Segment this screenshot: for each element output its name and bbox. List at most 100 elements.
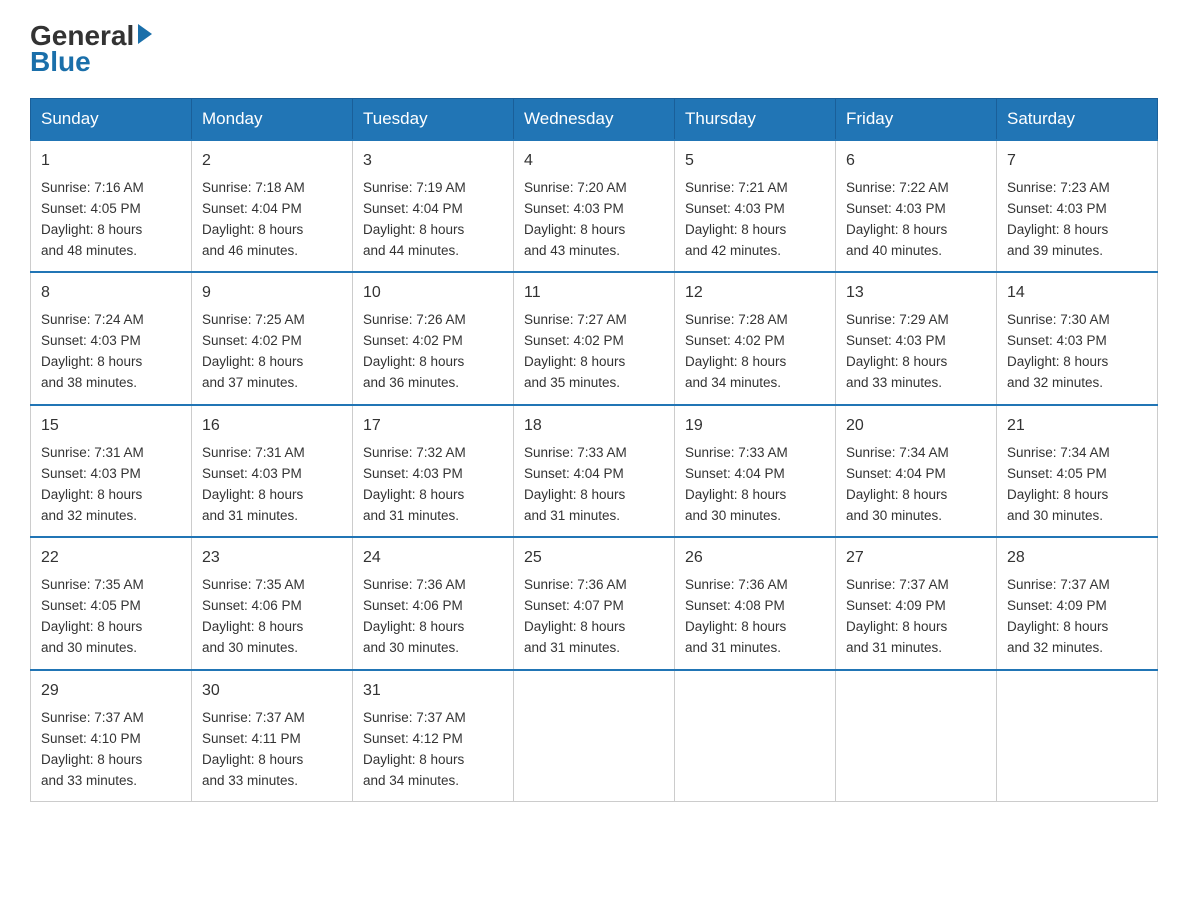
daylight-info: Daylight: 8 hours <box>363 222 464 237</box>
day-of-week-header: Saturday <box>997 99 1158 141</box>
sunrise-info: Sunrise: 7:32 AM <box>363 445 466 460</box>
daylight-info-cont: and 32 minutes. <box>41 508 137 523</box>
daylight-info: Daylight: 8 hours <box>41 222 142 237</box>
sunset-info: Sunset: 4:12 PM <box>363 731 463 746</box>
day-number: 31 <box>363 679 503 704</box>
daylight-info-cont: and 37 minutes. <box>202 375 298 390</box>
day-number: 15 <box>41 414 181 439</box>
day-number: 3 <box>363 149 503 174</box>
calendar-cell: 15 Sunrise: 7:31 AM Sunset: 4:03 PM Dayl… <box>31 405 192 537</box>
day-number: 2 <box>202 149 342 174</box>
daylight-info-cont: and 48 minutes. <box>41 243 137 258</box>
daylight-info-cont: and 30 minutes. <box>41 640 137 655</box>
calendar-cell <box>836 670 997 802</box>
daylight-info-cont: and 31 minutes. <box>202 508 298 523</box>
sunrise-info: Sunrise: 7:36 AM <box>524 577 627 592</box>
sunset-info: Sunset: 4:05 PM <box>1007 466 1107 481</box>
sunrise-info: Sunrise: 7:37 AM <box>41 710 144 725</box>
calendar-cell: 2 Sunrise: 7:18 AM Sunset: 4:04 PM Dayli… <box>192 140 353 272</box>
daylight-info-cont: and 30 minutes. <box>685 508 781 523</box>
calendar-cell: 24 Sunrise: 7:36 AM Sunset: 4:06 PM Dayl… <box>353 537 514 669</box>
daylight-info-cont: and 31 minutes. <box>524 508 620 523</box>
sunrise-info: Sunrise: 7:27 AM <box>524 312 627 327</box>
calendar-week-row: 22 Sunrise: 7:35 AM Sunset: 4:05 PM Dayl… <box>31 537 1158 669</box>
sunset-info: Sunset: 4:03 PM <box>846 333 946 348</box>
sunset-info: Sunset: 4:02 PM <box>202 333 302 348</box>
daylight-info-cont: and 44 minutes. <box>363 243 459 258</box>
daylight-info: Daylight: 8 hours <box>685 487 786 502</box>
sunrise-info: Sunrise: 7:36 AM <box>685 577 788 592</box>
sunset-info: Sunset: 4:04 PM <box>363 201 463 216</box>
calendar-cell: 16 Sunrise: 7:31 AM Sunset: 4:03 PM Dayl… <box>192 405 353 537</box>
sunset-info: Sunset: 4:04 PM <box>685 466 785 481</box>
calendar-week-row: 1 Sunrise: 7:16 AM Sunset: 4:05 PM Dayli… <box>31 140 1158 272</box>
daylight-info: Daylight: 8 hours <box>846 222 947 237</box>
calendar-week-row: 15 Sunrise: 7:31 AM Sunset: 4:03 PM Dayl… <box>31 405 1158 537</box>
day-number: 17 <box>363 414 503 439</box>
daylight-info: Daylight: 8 hours <box>846 619 947 634</box>
daylight-info-cont: and 32 minutes. <box>1007 640 1103 655</box>
day-number: 12 <box>685 281 825 306</box>
daylight-info: Daylight: 8 hours <box>202 619 303 634</box>
day-of-week-header: Monday <box>192 99 353 141</box>
daylight-info-cont: and 30 minutes. <box>202 640 298 655</box>
daylight-info-cont: and 43 minutes. <box>524 243 620 258</box>
sunset-info: Sunset: 4:03 PM <box>685 201 785 216</box>
sunset-info: Sunset: 4:04 PM <box>524 466 624 481</box>
daylight-info-cont: and 40 minutes. <box>846 243 942 258</box>
sunrise-info: Sunrise: 7:18 AM <box>202 180 305 195</box>
calendar-cell: 14 Sunrise: 7:30 AM Sunset: 4:03 PM Dayl… <box>997 272 1158 404</box>
sunset-info: Sunset: 4:02 PM <box>363 333 463 348</box>
calendar-cell: 10 Sunrise: 7:26 AM Sunset: 4:02 PM Dayl… <box>353 272 514 404</box>
page-header: General Blue <box>30 20 1158 78</box>
day-number: 13 <box>846 281 986 306</box>
calendar-cell: 5 Sunrise: 7:21 AM Sunset: 4:03 PM Dayli… <box>675 140 836 272</box>
sunset-info: Sunset: 4:02 PM <box>685 333 785 348</box>
sunset-info: Sunset: 4:09 PM <box>1007 598 1107 613</box>
daylight-info-cont: and 33 minutes. <box>41 773 137 788</box>
day-number: 5 <box>685 149 825 174</box>
daylight-info-cont: and 38 minutes. <box>41 375 137 390</box>
sunrise-info: Sunrise: 7:34 AM <box>1007 445 1110 460</box>
daylight-info: Daylight: 8 hours <box>685 222 786 237</box>
calendar-cell: 27 Sunrise: 7:37 AM Sunset: 4:09 PM Dayl… <box>836 537 997 669</box>
daylight-info-cont: and 31 minutes. <box>685 640 781 655</box>
daylight-info: Daylight: 8 hours <box>363 619 464 634</box>
day-of-week-header: Sunday <box>31 99 192 141</box>
sunrise-info: Sunrise: 7:19 AM <box>363 180 466 195</box>
calendar-cell <box>675 670 836 802</box>
daylight-info: Daylight: 8 hours <box>524 487 625 502</box>
daylight-info-cont: and 46 minutes. <box>202 243 298 258</box>
daylight-info: Daylight: 8 hours <box>524 222 625 237</box>
sunrise-info: Sunrise: 7:26 AM <box>363 312 466 327</box>
day-number: 20 <box>846 414 986 439</box>
daylight-info: Daylight: 8 hours <box>202 752 303 767</box>
sunrise-info: Sunrise: 7:28 AM <box>685 312 788 327</box>
sunset-info: Sunset: 4:04 PM <box>846 466 946 481</box>
daylight-info: Daylight: 8 hours <box>202 487 303 502</box>
daylight-info-cont: and 33 minutes. <box>202 773 298 788</box>
day-of-week-header: Friday <box>836 99 997 141</box>
sunset-info: Sunset: 4:05 PM <box>41 598 141 613</box>
calendar-cell: 20 Sunrise: 7:34 AM Sunset: 4:04 PM Dayl… <box>836 405 997 537</box>
daylight-info-cont: and 35 minutes. <box>524 375 620 390</box>
daylight-info-cont: and 31 minutes. <box>524 640 620 655</box>
day-number: 24 <box>363 546 503 571</box>
daylight-info: Daylight: 8 hours <box>41 487 142 502</box>
calendar-header-row: SundayMondayTuesdayWednesdayThursdayFrid… <box>31 99 1158 141</box>
daylight-info: Daylight: 8 hours <box>685 354 786 369</box>
day-number: 27 <box>846 546 986 571</box>
day-number: 28 <box>1007 546 1147 571</box>
day-number: 10 <box>363 281 503 306</box>
daylight-info-cont: and 30 minutes. <box>846 508 942 523</box>
sunrise-info: Sunrise: 7:37 AM <box>1007 577 1110 592</box>
sunrise-info: Sunrise: 7:30 AM <box>1007 312 1110 327</box>
calendar-cell: 3 Sunrise: 7:19 AM Sunset: 4:04 PM Dayli… <box>353 140 514 272</box>
calendar-cell: 19 Sunrise: 7:33 AM Sunset: 4:04 PM Dayl… <box>675 405 836 537</box>
sunset-info: Sunset: 4:03 PM <box>1007 201 1107 216</box>
sunset-info: Sunset: 4:03 PM <box>524 201 624 216</box>
calendar-cell: 28 Sunrise: 7:37 AM Sunset: 4:09 PM Dayl… <box>997 537 1158 669</box>
calendar-cell: 26 Sunrise: 7:36 AM Sunset: 4:08 PM Dayl… <box>675 537 836 669</box>
sunrise-info: Sunrise: 7:23 AM <box>1007 180 1110 195</box>
daylight-info-cont: and 31 minutes. <box>846 640 942 655</box>
